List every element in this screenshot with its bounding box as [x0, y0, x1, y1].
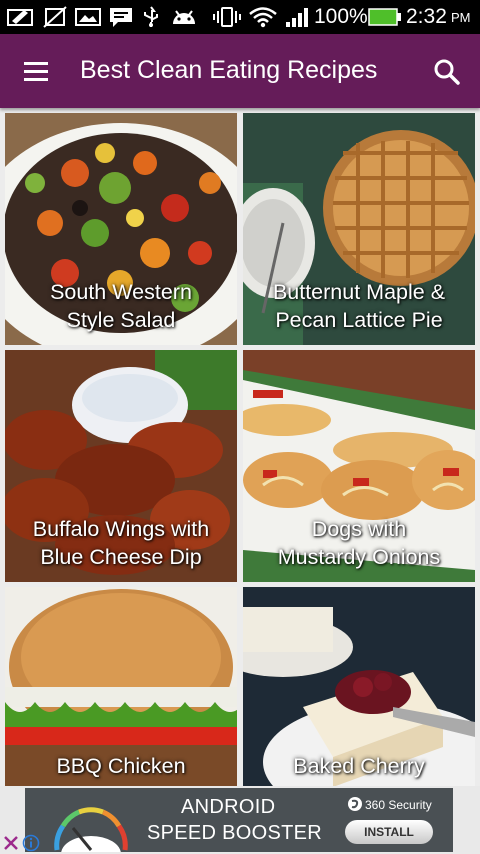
recipe-card-baked-cherry[interactable]: Baked Cherry: [243, 587, 475, 786]
recipe-title-line1: Buffalo Wings with: [32, 517, 210, 541]
recipe-title-line2: Mustardy Onions: [277, 545, 441, 569]
recipe-title-line2: Blue Cheese Dip: [40, 545, 202, 569]
app-title: Best Clean Eating Recipes: [80, 56, 378, 84]
recipe-title-line1: Butternut Maple &: [272, 280, 446, 304]
app-bar: Best Clean Eating Recipes: [0, 34, 480, 108]
search-icon[interactable]: [430, 56, 464, 90]
usb-icon: [144, 6, 158, 27]
recipe-title: Baked Cherry: [243, 752, 475, 780]
status-bar: 100% 2:32 PM: [0, 0, 480, 34]
recipe-title-line2: Pecan Lattice Pie: [275, 308, 443, 332]
image-notification-icon: [75, 8, 101, 26]
recipe-card-dogs-with-mustardy-onions[interactable]: Dogs with Mustardy Onions: [243, 350, 475, 582]
360-security-logo-icon: [348, 797, 362, 811]
recipe-title-line2: Style Salad: [66, 308, 176, 332]
ad-close-icon[interactable]: [2, 834, 20, 852]
clock: 2:32: [406, 5, 447, 28]
recipe-title-line1: Dogs with: [311, 517, 407, 541]
recipe-title: Dogs with Mustardy Onions: [243, 515, 475, 571]
compose-notification-icon: [7, 9, 33, 26]
signal-strength-icon: [286, 8, 308, 27]
ad-install-button[interactable]: INSTALL: [345, 820, 433, 844]
blocked-notification-icon: [43, 6, 67, 28]
clock-am-pm: PM: [451, 10, 471, 25]
recipe-title: Buffalo Wings with Blue Cheese Dip: [5, 515, 237, 571]
recipe-title: BBQ Chicken: [5, 752, 237, 780]
battery-percent: 100%: [314, 5, 368, 28]
recipe-title-line1: BBQ Chicken: [56, 754, 186, 778]
hamburger-menu-icon[interactable]: [20, 58, 56, 86]
ad-subtitle: SPEED BOOSTER: [147, 822, 323, 844]
recipe-title-line1: Baked Cherry: [293, 754, 425, 778]
recipe-title: South Western Style Salad: [5, 278, 237, 334]
recipe-card-south-western-style-salad[interactable]: South Western Style Salad: [5, 113, 237, 345]
ad-info-icon[interactable]: [22, 834, 40, 852]
recipe-card-bbq-chicken[interactable]: BBQ Chicken: [5, 587, 237, 786]
recipe-card-butternut-maple-pecan-lattice-pie[interactable]: Butternut Maple & Pecan Lattice Pie: [243, 113, 475, 345]
recipe-title: Butternut Maple & Pecan Lattice Pie: [243, 278, 475, 334]
battery-icon: [368, 8, 401, 26]
ad-bar: ANDROID SPEED BOOSTER 360 Security INSTA…: [0, 786, 480, 854]
android-debug-icon: [173, 10, 195, 24]
message-notification-icon: [110, 8, 132, 27]
recipe-title-line1: South Western: [50, 280, 192, 304]
wifi-icon: [249, 7, 277, 28]
vibrate-icon: [213, 7, 241, 27]
recipe-grid: South Western Style Salad Butternut Mapl…: [0, 108, 480, 786]
speedometer-icon: [54, 807, 128, 852]
ad-title: ANDROID: [181, 796, 276, 818]
ad-banner[interactable]: ANDROID SPEED BOOSTER 360 Security INSTA…: [25, 788, 453, 852]
ad-brand: 360 Security: [365, 798, 432, 812]
recipe-card-buffalo-wings-with-blue-cheese-dip[interactable]: Buffalo Wings with Blue Cheese Dip: [5, 350, 237, 582]
